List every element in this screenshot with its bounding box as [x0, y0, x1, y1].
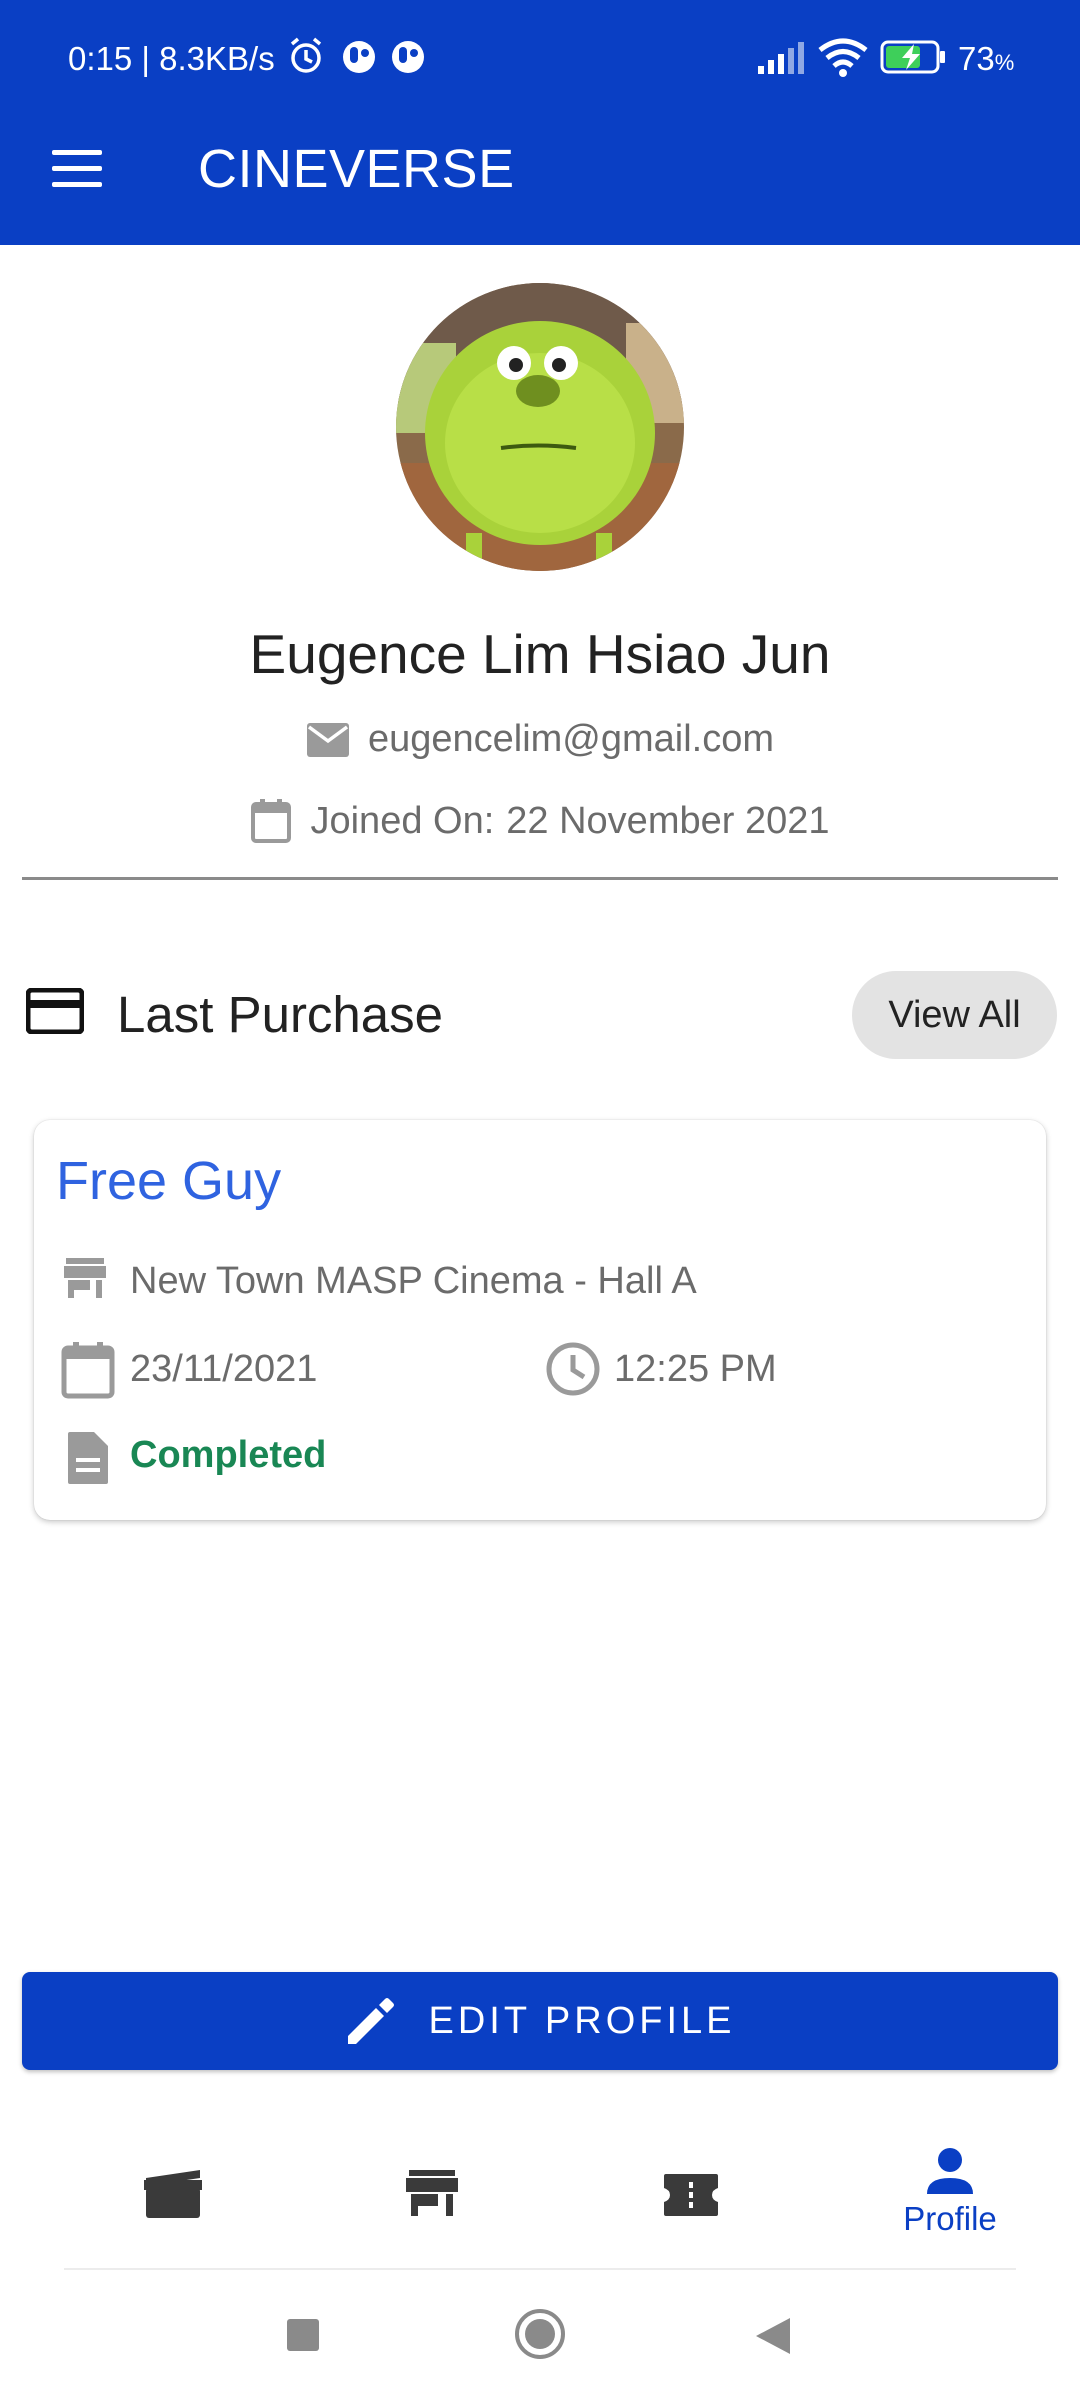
nav-tickets[interactable]	[611, 2172, 771, 2218]
app-header	[0, 0, 1080, 245]
battery-icon	[880, 40, 948, 79]
edit-profile-button[interactable]: EDIT PROFILE	[22, 1972, 1058, 2070]
mail-icon	[306, 722, 349, 757]
joined-row: Joined On: 22 November 2021	[0, 798, 1080, 844]
movie-clapper-icon	[144, 2170, 202, 2218]
status-notification-icons	[286, 34, 426, 83]
profile-email: eugencelim@gmail.com	[367, 718, 775, 760]
app-notification-icon	[343, 41, 375, 73]
pencil-icon	[348, 1998, 395, 2044]
last-purchase-title: Last Purchase	[117, 986, 444, 1043]
nav-profile-label: Profile	[903, 2200, 997, 2237]
app-title: CINEVERSE	[198, 139, 515, 199]
nav-movies[interactable]	[93, 2168, 253, 2220]
clock-icon	[544, 1340, 602, 1403]
status-time-speed: 0:15 | 8.3KB/s	[68, 40, 275, 77]
nav-cinemas[interactable]	[352, 2168, 512, 2218]
home-button[interactable]	[514, 2308, 566, 2365]
calendar-icon	[251, 799, 292, 843]
purchase-card[interactable]: Free Guy New Town MASP Cinema - Hall A 2…	[34, 1120, 1046, 1520]
alarm-icon	[290, 37, 322, 73]
email-row: eugencelim@gmail.com	[0, 718, 1080, 761]
purchase-time: 12:25 PM	[614, 1348, 777, 1390]
wifi-icon	[818, 38, 868, 83]
purchase-date: 23/11/2021	[130, 1348, 318, 1390]
view-all-button[interactable]: View All	[852, 971, 1057, 1059]
ticket-icon	[664, 2174, 718, 2216]
person-icon	[927, 2148, 973, 2194]
nav-profile[interactable]: Profile	[870, 2146, 1030, 2238]
back-button[interactable]	[754, 2316, 792, 2361]
hamburger-menu-icon[interactable]	[52, 150, 102, 187]
joined-label: Joined On:	[310, 799, 495, 842]
edit-profile-label: EDIT PROFILE	[428, 1999, 736, 2042]
credit-card-icon	[25, 987, 85, 1039]
joined-date: 22 November 2021	[506, 799, 830, 842]
avatar	[396, 283, 684, 571]
cinema-name: New Town MASP Cinema - Hall A	[130, 1260, 697, 1302]
signal-icon	[756, 40, 806, 81]
battery-percentage: 73%	[958, 40, 1015, 77]
document-icon	[66, 1430, 110, 1491]
movie-title: Free Guy	[56, 1151, 282, 1211]
divider	[22, 877, 1058, 880]
store-icon	[62, 1256, 108, 1305]
store-icon	[406, 2170, 458, 2216]
profile-name: Eugence Lim Hsiao Jun	[249, 623, 831, 685]
nav-divider	[64, 2268, 1016, 2270]
status-badge: Completed	[130, 1434, 327, 1476]
calendar-icon	[60, 1340, 116, 1405]
recents-button[interactable]	[286, 2318, 320, 2357]
app-notification-icon	[392, 41, 424, 73]
